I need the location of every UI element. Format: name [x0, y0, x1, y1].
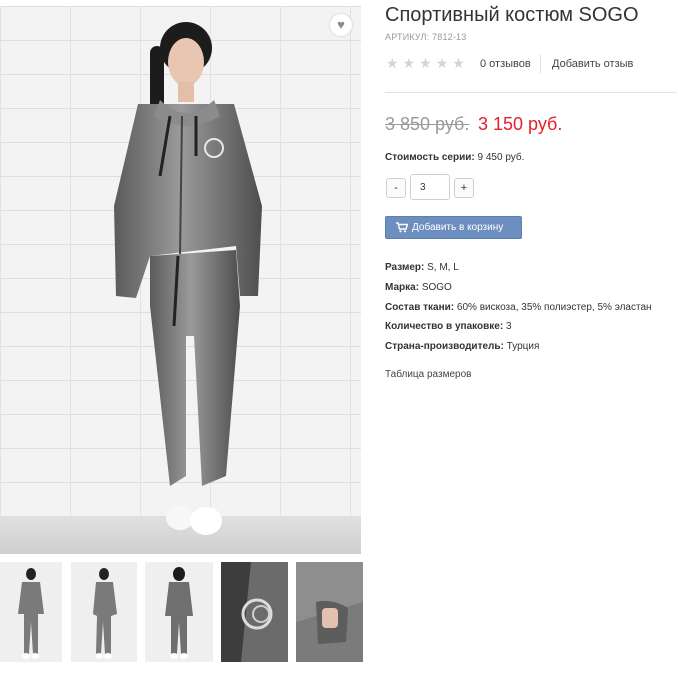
thumbnail-detail-pocket[interactable]	[296, 562, 363, 662]
spec-value: Турция	[506, 341, 540, 352]
add-review-link[interactable]: Добавить отзыв	[552, 58, 633, 70]
model-figure	[114, 22, 262, 535]
spec-value: 60% вискоза, 35% полиэстер, 5% эластан	[456, 302, 652, 313]
spec-label: Страна-производитель:	[385, 341, 504, 352]
old-price: 3 850 руб.	[385, 114, 470, 134]
star-icon[interactable]: ★	[386, 55, 399, 72]
spec-brand: Марка: SOGO	[385, 282, 452, 293]
spec-label: Количество в упаковке:	[385, 321, 504, 332]
spec-country: Страна-производитель: Турция	[385, 341, 539, 352]
add-to-cart-button[interactable]: Добавить в корзину	[385, 216, 522, 239]
thumbnail-detail-logo[interactable]	[221, 562, 288, 662]
main-product-image[interactable]: ♥	[0, 6, 361, 554]
current-price: 3 150 руб.	[478, 114, 563, 134]
product-sku: АРТИКУЛ: 7812-13	[385, 32, 467, 42]
size-table-link[interactable]: Таблица размеров	[385, 369, 471, 380]
series-price: Стоимость серии: 9 450 руб.	[385, 152, 524, 163]
divider	[540, 54, 541, 74]
spec-value: SOGO	[421, 282, 452, 293]
spec-label: Состав ткани:	[385, 302, 455, 313]
star-icon[interactable]: ★	[452, 55, 465, 72]
thumbnail-strip	[0, 562, 365, 662]
rating-stars[interactable]: ★ ★ ★ ★ ★	[386, 55, 469, 73]
star-icon[interactable]: ★	[419, 55, 432, 72]
quantity-decrease-button[interactable]: -	[386, 178, 406, 198]
quantity-increase-button[interactable]: +	[454, 178, 474, 198]
reviews-count[interactable]: 0 отзывов	[480, 58, 531, 70]
spec-label: Марка:	[385, 282, 420, 293]
add-to-cart-label: Добавить в корзину	[412, 222, 504, 233]
divider	[385, 92, 677, 93]
spec-value: 3	[505, 321, 512, 332]
spec-size: Размер: S, M, L	[385, 262, 459, 273]
spec-label: Размер:	[385, 262, 425, 273]
favorite-heart-icon[interactable]: ♥	[330, 14, 352, 36]
thumbnail-full-side[interactable]	[71, 562, 137, 662]
thumbnail-full-back[interactable]	[145, 562, 213, 662]
product-title: Спортивный костюм SOGO	[385, 4, 639, 26]
thumbnail-full-front[interactable]	[0, 562, 62, 662]
series-price-label: Стоимость серии:	[385, 152, 475, 163]
spec-pack-quantity: Количество в упаковке: 3	[385, 321, 512, 332]
star-icon[interactable]: ★	[403, 55, 416, 72]
spec-fabric: Состав ткани: 60% вискоза, 35% полиэстер…	[385, 302, 652, 313]
star-icon[interactable]: ★	[436, 55, 449, 72]
series-price-value: 9 450 руб.	[477, 152, 525, 163]
quantity-input[interactable]	[410, 174, 450, 200]
cart-icon	[396, 222, 408, 233]
spec-value: S, M, L	[427, 262, 459, 273]
